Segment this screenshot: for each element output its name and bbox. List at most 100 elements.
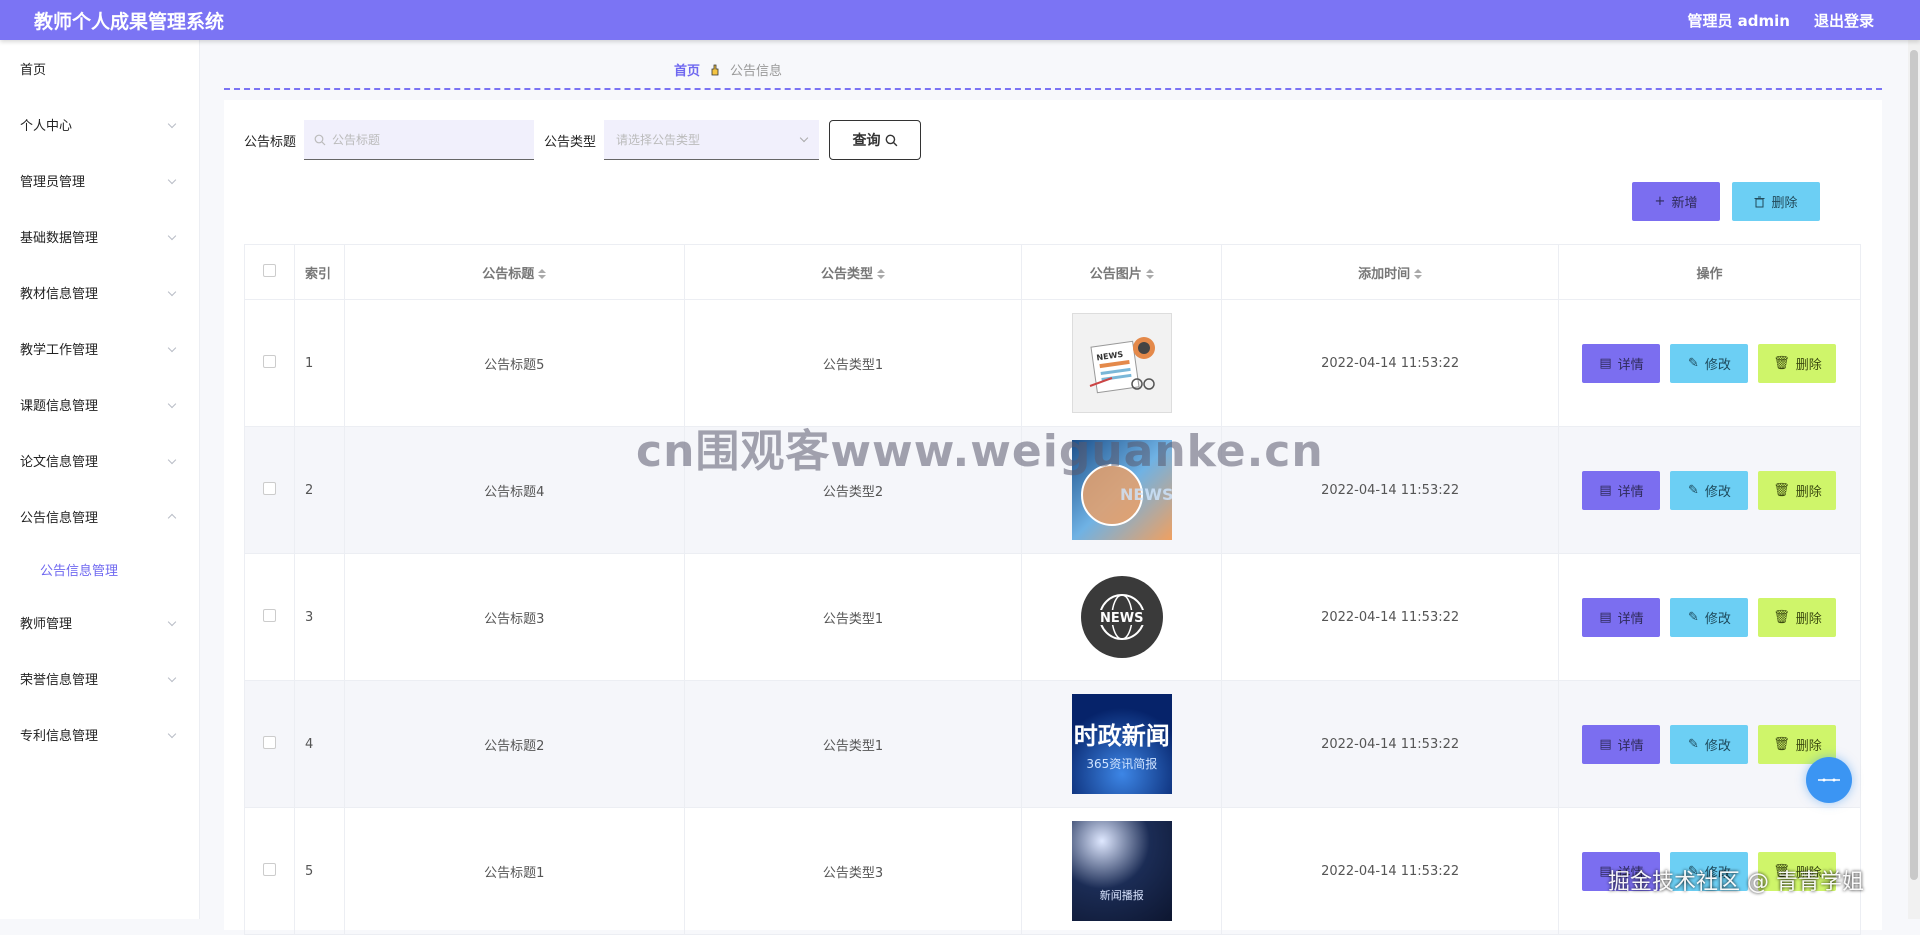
chevron-down-icon [167,343,177,353]
query-button[interactable]: 查询 [829,120,922,160]
sidebar-item-notice[interactable]: 公告信息管理 [0,488,199,544]
type-header[interactable]: 公告类型 [683,244,1023,300]
row-title: 公告标题5 [343,299,685,427]
edit-label: 修改 [1704,484,1731,500]
sidebar-item-teacher[interactable]: 教师管理 [0,594,199,650]
detail-button[interactable]: ▤ 详情 [1582,724,1661,764]
add-button[interactable]: + 新增 [1632,182,1720,221]
detail-button[interactable]: ▤ 详情 [1582,470,1661,510]
sort-icon[interactable] [1414,269,1423,279]
edit-button[interactable]: ✎ 修改 [1670,597,1749,637]
title-placeholder: 公告标题 [332,133,381,147]
delete-label: 删除 [1795,357,1822,373]
chevron-down-icon [167,231,177,241]
sidebar-item-paper[interactable]: 论文信息管理 [0,432,199,488]
search-icon [314,134,326,145]
row-title: 公告标题4 [343,426,685,554]
type-select[interactable]: 请选择公告类型 [604,120,820,160]
row-index: 5 [293,807,345,935]
sidebar-item-label: 管理员管理 [20,174,86,190]
sidebar-item-honor[interactable]: 荣誉信息管理 [0,650,199,706]
trash-icon: 🗑 [1773,863,1790,879]
row-checkbox[interactable] [262,481,276,495]
sidebar-item-basedata[interactable]: 基础数据管理 [0,208,199,264]
trash-icon [1754,196,1765,207]
row-checkbox[interactable] [262,735,276,749]
img3-text: NEWS [1100,611,1143,626]
detail-button[interactable]: ▤ 详情 [1582,851,1661,891]
title-header[interactable]: 公告标题 [343,244,685,300]
delete-button[interactable]: 🗑 删除 [1758,597,1837,637]
sidebar: 首页 个人中心 管理员管理 基础数据管理 教材信息管理 教学工作管理 课题信息管… [0,40,200,919]
breadcrumb-current: 公告信息 [730,64,783,79]
news-badge-image[interactable]: NEWS [1072,567,1172,667]
table-row: 2 公告标题4 公告类型2 NEWS 2022-04-14 11:53:22 ▤… [244,426,1862,554]
title-label: 公告标题 [244,134,297,150]
sidebar-item-label: 论文信息管理 [20,454,99,470]
sidebar-item-label: 教学工作管理 [20,342,99,358]
edit-button[interactable]: ✎ 修改 [1670,724,1749,764]
edit-button[interactable]: ✎ 修改 [1670,470,1749,510]
sidebar-item-home[interactable]: 首页 [0,40,199,96]
shizheng-image[interactable]: 时政新闻 365资讯简报 [1071,694,1172,794]
delete-button[interactable]: 🗑 删除 [1758,343,1837,383]
img2-text: NEWS [1120,485,1172,504]
row-time: 2022-04-14 11:53:22 [1221,426,1559,554]
sidebar-subitem-notice[interactable]: 公告信息管理 [0,544,199,594]
table-row: 4 公告标题2 公告类型1 时政新闻 365资讯简报 2022-04-14 11… [244,680,1862,808]
float-chat-button[interactable] [1806,757,1852,803]
select-all-checkbox[interactable] [262,263,276,277]
row-index: 1 [293,299,345,427]
breadcrumb-home[interactable]: 首页 [674,60,700,79]
query-label: 查询 [852,133,881,149]
sidebar-item-admin[interactable]: 管理员管理 [0,152,199,208]
delete-label: 删除 [1771,196,1798,211]
search-icon [885,134,897,146]
img5-text: 新闻播报 [1099,889,1144,902]
delete-button[interactable]: 🗑 删除 [1758,851,1837,891]
chevron-down-icon [167,119,177,129]
edit-button[interactable]: ✎ 修改 [1670,343,1749,383]
sort-icon[interactable] [1145,269,1154,279]
sidebar-item-project[interactable]: 课题信息管理 [0,376,199,432]
chevron-down-icon [167,455,177,465]
row-checkbox[interactable] [262,862,276,876]
sidebar-item-label: 基础数据管理 [20,230,99,246]
scrollbar[interactable] [1908,40,1920,919]
time-header[interactable]: 添加时间 [1221,244,1559,300]
row-checkbox[interactable] [262,608,276,622]
trash-icon: 🗑 [1773,609,1790,625]
sidebar-item-patent[interactable]: 专利信息管理 [0,706,199,762]
sidebar-item-teaching[interactable]: 教学工作管理 [0,320,199,376]
scrollbar-thumb[interactable] [1910,50,1918,880]
img4-text: 时政新闻 [1073,722,1170,750]
logout-link[interactable]: 退出登录 [1814,10,1874,31]
user-label[interactable]: 管理员 admin [1687,10,1790,31]
delete-button[interactable]: 🗑 删除 [1758,470,1837,510]
news-paper-image[interactable]: NEWS [1071,313,1172,413]
image-header[interactable]: 公告图片 [1021,244,1223,300]
detail-button[interactable]: ▤ 详情 [1582,343,1661,383]
detail-icon: ▤ [1599,863,1612,879]
sidebar-item-personal[interactable]: 个人中心 [0,96,199,152]
row-checkbox[interactable] [262,354,276,368]
stage-image[interactable]: 新闻播报 [1071,821,1172,921]
title-search-input[interactable]: 公告标题 [304,120,535,160]
sort-icon[interactable] [538,269,547,279]
detail-button[interactable]: ▤ 详情 [1582,597,1661,637]
news-globe-blue-image[interactable]: NEWS [1071,440,1172,540]
plus-icon: + [1654,194,1666,209]
sidebar-item-textbook[interactable]: 教材信息管理 [0,264,199,320]
chevron-down-icon [167,617,177,627]
edit-button[interactable]: ✎ 修改 [1670,851,1749,891]
row-time: 2022-04-14 11:53:22 [1221,299,1559,427]
row-type: 公告类型1 [683,680,1023,808]
chevron-down-icon [799,133,809,143]
edit-label: 修改 [1704,611,1731,627]
sort-icon[interactable] [876,269,885,279]
sidebar-item-label: 课题信息管理 [20,398,99,414]
batch-delete-button[interactable]: 删除 [1732,182,1820,221]
ops-header-label: 操作 [1696,266,1723,282]
edit-icon: ✎ [1688,609,1699,625]
chevron-down-icon [167,673,177,683]
